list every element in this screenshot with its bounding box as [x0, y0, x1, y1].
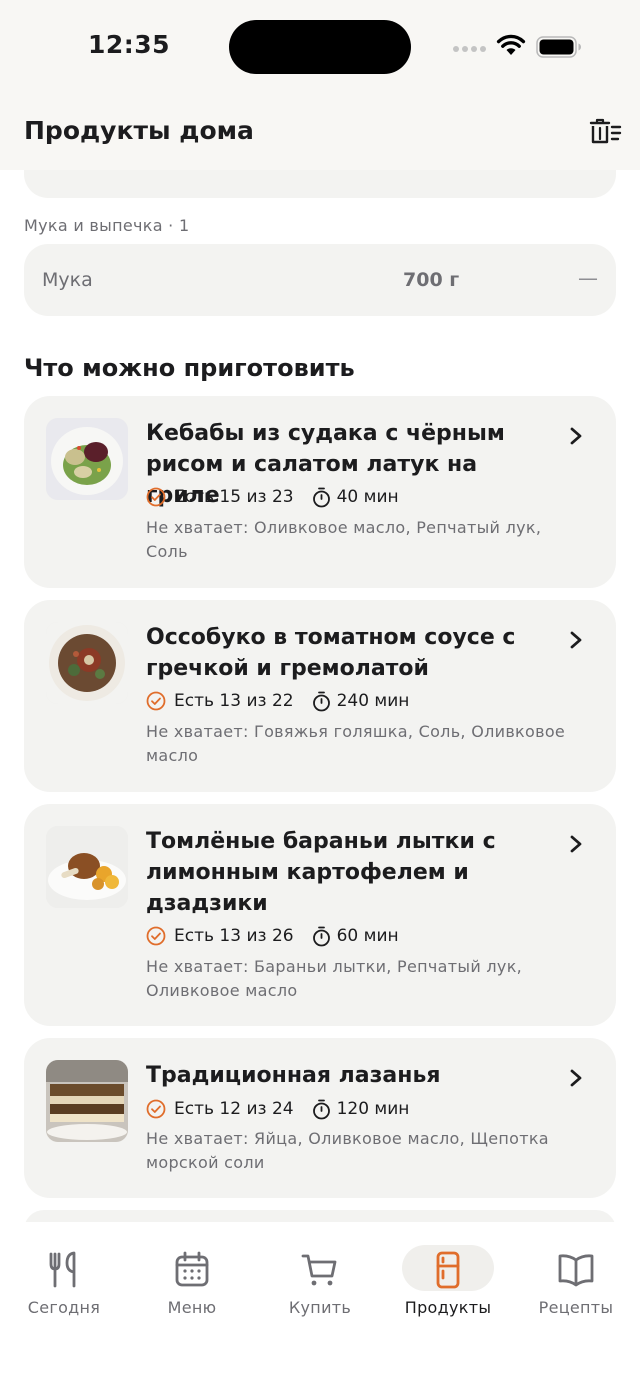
ingredients-available: Есть 13 из 22	[174, 691, 294, 711]
recipe-title: Традиционная лазанья	[146, 1063, 441, 1088]
cooking-time: 40 мин	[336, 487, 399, 507]
status-bar: 12:35	[0, 0, 640, 96]
dynamic-island	[229, 20, 411, 74]
recipe-title: Оссобуко в томатном соусе с гречкой и гр…	[146, 625, 516, 681]
tab-label: Купить	[288, 1298, 352, 1317]
recipe-image	[46, 418, 128, 500]
check-circle-icon	[146, 1099, 166, 1119]
recipe-meta: Есть 13 из 22 240 мин	[146, 689, 409, 713]
recipe-card[interactable]: Томлёные бараньи лытки с лимонным картоф…	[24, 804, 616, 1026]
category-caption: Мука и выпечка · 1	[24, 216, 190, 235]
clear-list-button[interactable]	[587, 116, 623, 146]
tab-shopping[interactable]: Купить	[256, 1240, 384, 1320]
wifi-icon	[496, 34, 526, 55]
recipe-meta: Есть 13 из 26 60 мин	[146, 924, 399, 948]
tab-label: Продукты	[404, 1298, 492, 1317]
product-row[interactable]: Мука 700 г —	[24, 244, 616, 316]
chevron-right-icon	[570, 1069, 582, 1087]
ingredients-available: Есть 13 из 26	[174, 926, 294, 946]
missing-ingredients: Не хватает: Говяжья голяшка, Соль, Оливк…	[146, 722, 566, 765]
missing-ingredients: Не хватает: Оливковое масло, Репчатый лу…	[146, 518, 542, 561]
content-scroll[interactable]: Мука и выпечка · 1 Мука 700 г — Что можн…	[0, 170, 640, 1222]
ingredients-available: Есть 15 из 23	[174, 487, 294, 507]
timer-icon	[312, 691, 330, 711]
recipe-card[interactable]: Традиционная лазанья Есть 12 из 24 120 м…	[24, 1038, 616, 1198]
chevron-right-icon	[570, 427, 582, 445]
recipe-image	[46, 1060, 128, 1142]
chevron-right-icon	[570, 631, 582, 649]
check-circle-icon	[146, 926, 166, 946]
clear-list-icon	[589, 118, 622, 144]
page-title: Продукты дома	[24, 116, 254, 145]
cooking-time: 60 мин	[336, 926, 399, 946]
product-quantity[interactable]: 700 г	[403, 269, 459, 291]
product-row[interactable]	[24, 170, 616, 198]
chevron-right-icon	[570, 835, 582, 853]
tab-label: Сегодня	[27, 1298, 101, 1317]
tab-label: Меню	[167, 1298, 217, 1317]
recipe-meta: Есть 15 из 23 40 мин	[146, 485, 399, 509]
tab-bar: Сегодня Меню Купить Продукты Рецепты	[0, 1222, 640, 1390]
fridge-icon	[436, 1251, 460, 1289]
book-icon	[558, 1254, 594, 1287]
timer-icon	[312, 487, 330, 507]
fork-knife-icon	[49, 1251, 76, 1288]
tab-today[interactable]: Сегодня	[0, 1240, 128, 1320]
navigation-header: Продукты дома	[0, 96, 640, 170]
check-circle-icon	[146, 487, 166, 507]
remove-product-button[interactable]: —	[578, 266, 598, 290]
cooking-time: 120 мин	[336, 1099, 410, 1119]
recipe-meta: Есть 12 из 24 120 мин	[146, 1097, 409, 1121]
cart-icon	[301, 1254, 337, 1286]
missing-ingredients: Не хватает: Яйца, Оливковое масло, Щепот…	[146, 1129, 549, 1172]
recipe-image	[46, 622, 128, 704]
calendar-icon	[175, 1251, 209, 1287]
tab-recipes[interactable]: Рецепты	[512, 1240, 640, 1320]
timer-icon	[312, 1099, 330, 1119]
recipe-title: Томлёные бараньи лытки с лимонным картоф…	[146, 829, 496, 916]
tab-menu[interactable]: Меню	[128, 1240, 256, 1320]
status-time: 12:35	[88, 30, 171, 59]
timer-icon	[312, 926, 330, 946]
recipe-card[interactable]: Кебабы из судака с чёрным рисом и салато…	[24, 396, 616, 588]
recipe-image	[46, 826, 128, 908]
section-title: Что можно приготовить	[24, 354, 355, 382]
missing-ingredients: Не хватает: Бараньи лытки, Репчатый лук,…	[146, 957, 523, 1000]
ingredients-available: Есть 12 из 24	[174, 1099, 294, 1119]
recipe-card[interactable]: Оссобуко в томатном соусе с гречкой и гр…	[24, 600, 616, 792]
check-circle-icon	[146, 691, 166, 711]
tab-label: Рецепты	[538, 1298, 614, 1317]
product-name: Мука	[42, 269, 93, 291]
tab-products[interactable]: Продукты	[384, 1240, 512, 1320]
recipe-card[interactable]	[24, 1210, 616, 1222]
cooking-time: 240 мин	[336, 691, 410, 711]
battery-icon	[536, 36, 581, 58]
cellular-signal-icon	[453, 44, 487, 54]
